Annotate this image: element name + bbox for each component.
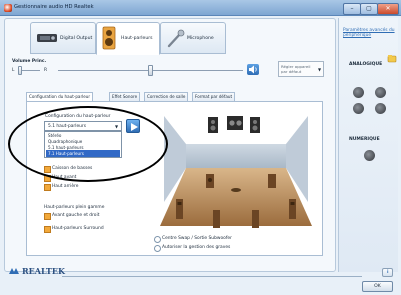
info-icon: i [387,270,389,275]
analog-label: ANALOGIQUE [349,62,383,67]
rear-height-checkbox[interactable] [44,184,51,191]
front-left-speaker[interactable] [208,117,218,133]
analog-jack-1[interactable] [353,87,364,98]
rear-height-label: Haut arrière [52,184,79,189]
realtek-crab-icon [9,268,19,274]
info-button[interactable]: i [382,268,393,277]
close-button[interactable]: ✕ [377,3,399,15]
speaker-icon [102,26,116,50]
set-default-label: Régler appareil par défaut [281,64,311,74]
front-lr-label: Avant gauche et droit [52,213,100,218]
chevron-down-icon: ▼ [318,67,322,72]
volume-label: Volume Princ. [12,59,47,64]
surround-label: Haut-parleurs Surround [52,226,104,231]
volume-slider-thumb[interactable] [148,65,153,76]
set-default-device-dropdown[interactable]: Régler appareil par défaut ▼ [278,61,324,77]
analog-jack-2[interactable] [375,87,386,98]
room-speaker-diagram [160,116,312,228]
front-lr-checkbox[interactable] [44,213,51,220]
digital-label: NUMERIQUE [349,137,380,142]
bass-management-label: Autoriser la gestion des graves [162,245,231,250]
annotation-ellipse [8,106,168,182]
balance-slider-thumb[interactable] [18,66,23,75]
bass-management-checkbox[interactable] [154,245,161,252]
tab-speakers[interactable]: Haut-parleurs [96,22,160,55]
volume-section: Volume Princ. L R Régler appareil par dé… [10,56,328,86]
tab-digital-output[interactable]: Digital Output [30,22,96,54]
fullrange-heading: Haut-parleurs plein gamme [44,205,105,210]
front-right-speaker[interactable] [250,117,260,133]
side-right-speaker[interactable] [289,199,296,219]
subwoofer-speaker[interactable] [206,174,214,188]
surround-checkbox[interactable] [44,226,51,233]
maximize-button[interactable]: ▢ [360,3,378,15]
tab-microphone[interactable]: Microphone [160,22,226,54]
rear-right-speaker[interactable] [252,210,259,228]
center-swap-checkbox[interactable] [154,236,161,243]
window-title: Gestionnaire audio HD Realtek [14,4,94,10]
advanced-settings-link[interactable]: Paramètres avancés du périphérique [343,28,395,38]
digital-output-icon [37,34,57,42]
folder-icon[interactable] [387,53,397,63]
side-left-speaker[interactable] [176,199,183,219]
realtek-brand-text: REALTEK [22,266,65,276]
device-advanced-panel: Paramètres avancés du périphérique ANALO… [338,18,398,272]
tab-microphone-label: Microphone [187,36,214,41]
balance-right-mark: R [44,68,48,73]
volume-icon [249,65,257,74]
minimize-button[interactable]: – [343,3,361,15]
tab-speakers-label: Haut-parleurs [121,36,153,41]
balance-left-mark: L [12,68,15,73]
front-height-right-speaker[interactable] [268,174,276,188]
tab-digital-output-label: Digital Output [60,36,93,41]
ok-button[interactable]: OK [362,281,393,292]
footer-divider [62,276,362,277]
analog-jack-3[interactable] [353,103,364,114]
analog-jack-4[interactable] [375,103,386,114]
mute-button[interactable] [247,64,259,75]
rear-left-speaker[interactable] [213,210,220,228]
microphone-icon [167,29,185,48]
center-speaker[interactable] [227,116,243,130]
title-bar: Gestionnaire audio HD Realtek – ▢ ✕ [0,0,401,16]
listener-position [231,188,241,192]
room-back-wall [186,144,286,168]
center-swap-label: Centre Swap / Sortie Subwoofer [162,236,232,241]
realtek-app-icon [4,4,12,12]
digital-jack[interactable] [364,150,375,161]
